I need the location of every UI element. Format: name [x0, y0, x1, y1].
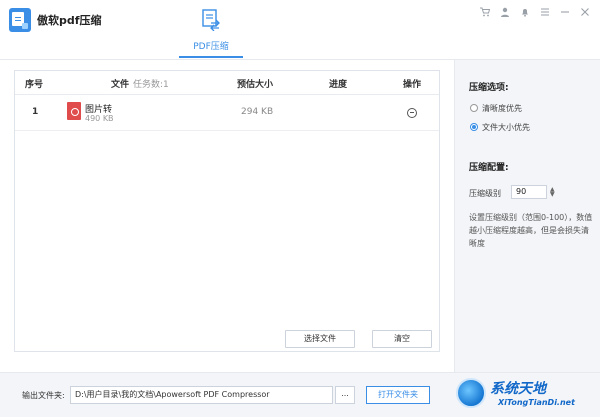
menu-icon[interactable]: [540, 7, 550, 17]
table-row[interactable]: 1 图片转 490 KB 294 KB: [15, 95, 439, 131]
open-folder-button[interactable]: 打开文件夹: [366, 386, 430, 404]
header-estimated-size: 预估大小: [237, 80, 274, 90]
level-note: 设置压缩级别（范围0-100），数值越小压缩程度越高，但是会损失清晰度: [469, 213, 593, 248]
radio-label-clarity: 清晰度优先: [482, 104, 522, 113]
radio-label-size: 文件大小优先: [482, 123, 530, 132]
tab-label: PDF压缩: [193, 42, 229, 52]
level-stepper-icon[interactable]: ▲ ▼: [550, 187, 556, 198]
table-header: 序号 文件 任务数:1 预估大小 进度 操作: [15, 71, 439, 95]
pdf-file-icon: [67, 102, 81, 120]
header-progress: 进度: [329, 80, 348, 90]
output-label: 输出文件夹:: [22, 391, 65, 400]
pdf-compress-icon: [202, 9, 220, 31]
task-count: 任务数:1: [133, 80, 169, 90]
file-list-panel: 序号 文件 任务数:1 预估大小 进度 操作 1 图片转 490 KB 294 K…: [14, 70, 440, 352]
file-size: 490 KB: [85, 114, 114, 123]
radio-clarity-first[interactable]: [470, 104, 478, 112]
options-heading: 压缩选项:: [469, 83, 509, 93]
close-icon[interactable]: [580, 7, 590, 17]
globe-icon: [456, 378, 486, 408]
watermark-url: XiTongTianDi.net: [498, 398, 575, 407]
header-action: 操作: [403, 80, 422, 90]
level-input[interactable]: 90: [511, 185, 547, 199]
cart-icon[interactable]: [480, 7, 490, 17]
output-path-field[interactable]: D:\用户目录\我的文档\Apowersoft PDF Compressor: [70, 386, 333, 404]
tab-pdf-compress[interactable]: PDF压缩: [179, 4, 243, 58]
remove-icon[interactable]: [407, 108, 417, 118]
minimize-icon[interactable]: [560, 7, 570, 17]
watermark-logo: 系统天地 XiTongTianDi.net: [454, 372, 600, 417]
window-controls: [480, 5, 590, 19]
clear-button[interactable]: 清空: [372, 330, 432, 348]
header-file: 文件 任务数:1: [111, 77, 169, 90]
header-file-label: 文件: [111, 80, 130, 90]
choose-file-button[interactable]: 选择文件: [285, 330, 355, 348]
config-heading: 压缩配置:: [469, 163, 509, 173]
level-label: 压缩级别: [469, 189, 501, 198]
browse-button[interactable]: ...: [335, 386, 355, 404]
title-bar: 傲软pdf压缩 PDF压缩: [0, 0, 600, 60]
radio-size-first[interactable]: [470, 123, 478, 131]
user-icon[interactable]: [500, 7, 510, 17]
app-title: 傲软pdf压缩: [37, 14, 102, 27]
app-logo: [9, 8, 31, 32]
tab-active-indicator: [179, 56, 243, 58]
settings-panel: 压缩选项: 清晰度优先 文件大小优先 压缩配置: 压缩级别 90 ▲ ▼ 设置压缩…: [454, 60, 600, 372]
bell-icon[interactable]: [520, 7, 530, 17]
watermark-title: 系统天地: [490, 381, 546, 397]
compress-badge-icon: [22, 23, 28, 29]
row-index: 1: [32, 107, 39, 117]
estimated-size: 294 KB: [241, 107, 274, 117]
header-index: 序号: [25, 80, 44, 90]
